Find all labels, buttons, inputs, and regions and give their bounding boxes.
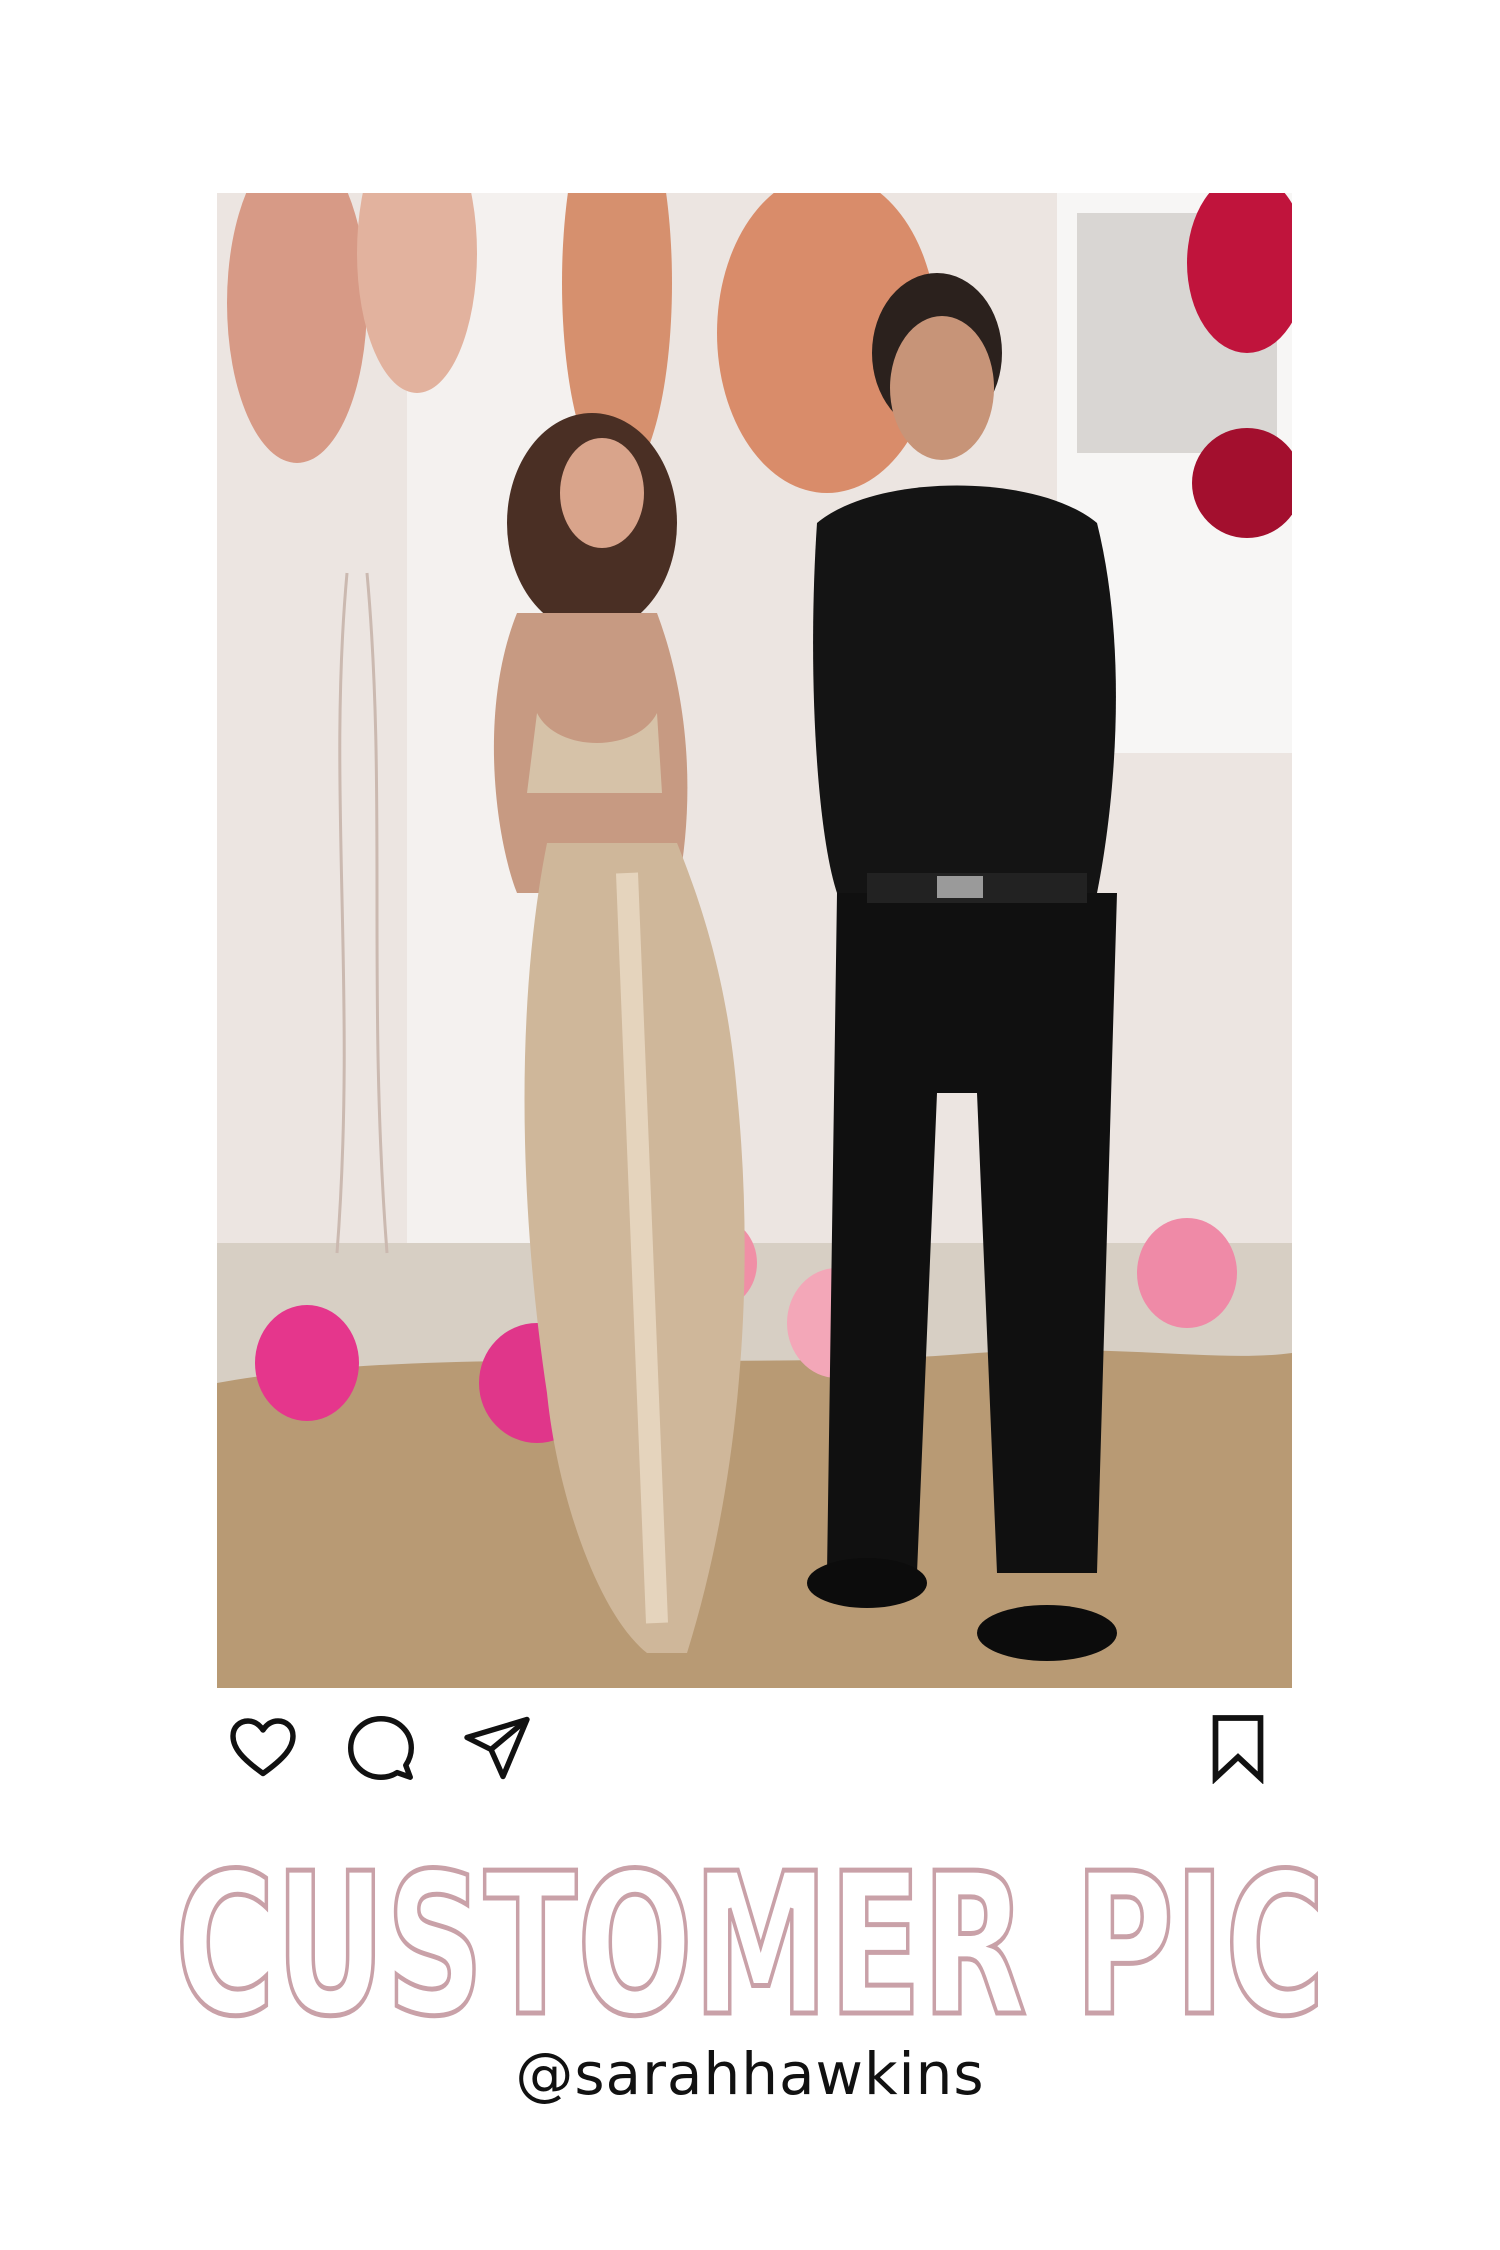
- bookmark-icon[interactable]: [1202, 1712, 1274, 1784]
- post-action-bar: [217, 1700, 1292, 1790]
- headline-text: CUSTOMER PIC: [175, 1845, 1325, 2045]
- paper-plane-icon[interactable]: [461, 1712, 533, 1784]
- heart-icon[interactable]: [227, 1712, 299, 1784]
- customer-pic-heading: CUSTOMER PIC: [0, 1845, 1500, 2045]
- customer-handle: @sarahhawkins: [515, 2040, 985, 2108]
- comment-bubble-icon[interactable]: [345, 1712, 417, 1784]
- customer-photo: [217, 193, 1292, 1688]
